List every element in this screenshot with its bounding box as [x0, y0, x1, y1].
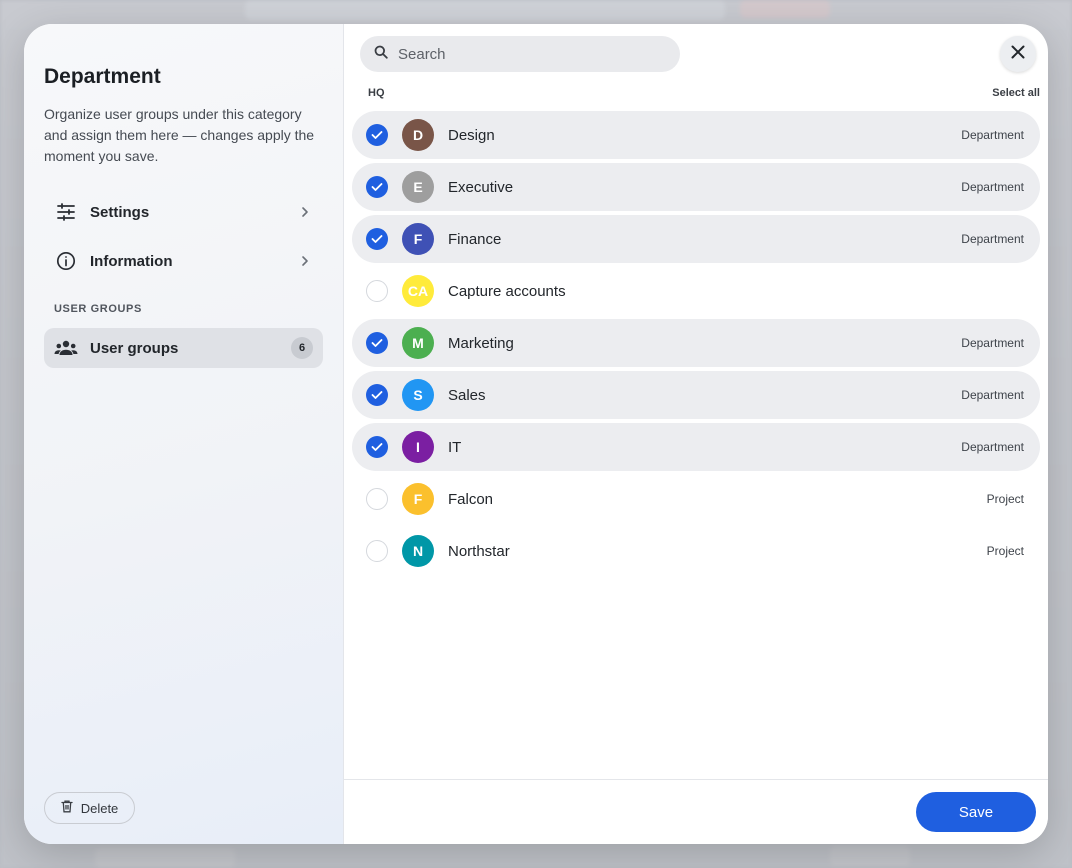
list-item[interactable]: CA Capture accounts [352, 267, 1040, 315]
checkbox-checked[interactable] [366, 384, 388, 406]
list-item-type: Department [961, 388, 1024, 402]
list-item-type: Department [961, 180, 1024, 194]
list-item-name: Marketing [448, 334, 514, 352]
list-item-type: Project [986, 544, 1024, 558]
close-icon [1010, 44, 1026, 65]
select-all-link[interactable]: Select all [992, 87, 1040, 99]
checkmark-icon [371, 131, 383, 139]
checkbox-unchecked[interactable] [366, 488, 388, 510]
list-item[interactable]: N Northstar Project [352, 527, 1040, 575]
list-item[interactable]: M Marketing Department [352, 319, 1040, 367]
nav-item-information[interactable]: Information [44, 241, 323, 281]
dialog-title: Department [44, 65, 161, 88]
close-button[interactable] [1000, 36, 1036, 72]
chevron-right-icon [297, 204, 313, 220]
avatar: E [402, 171, 434, 203]
nav-item-label: Information [90, 252, 173, 270]
list-item[interactable]: F Falcon Project [352, 475, 1040, 523]
avatar: F [402, 223, 434, 255]
people-icon [54, 336, 78, 360]
nav-item-settings[interactable]: Settings [44, 192, 323, 232]
checkbox-checked[interactable] [366, 124, 388, 146]
count-badge: 6 [291, 337, 313, 359]
user-group-list: D Design Department E Executive Department F Fi… [352, 111, 1040, 579]
search-icon [374, 45, 388, 64]
dialog-sidebar: Department Organize user groups under th… [24, 24, 344, 844]
nav-item-user-groups[interactable]: User groups 6 [44, 328, 323, 368]
search-input[interactable] [398, 45, 658, 63]
checkmark-icon [371, 443, 383, 451]
avatar: N [402, 535, 434, 567]
avatar: D [402, 119, 434, 151]
delete-button[interactable]: Delete [44, 792, 135, 824]
checkmark-icon [371, 339, 383, 347]
dialog-footer: Save [344, 779, 1048, 844]
checkbox-unchecked[interactable] [366, 280, 388, 302]
group-picker: HQ Select all D Design Department E Executiv… [344, 24, 1048, 844]
checkbox-checked[interactable] [366, 176, 388, 198]
avatar: I [402, 431, 434, 463]
list-item-name: Capture accounts [448, 282, 566, 300]
list-header: HQ Select all [368, 87, 1040, 99]
list-item-name: Sales [448, 386, 486, 404]
backdrop-item [830, 846, 910, 866]
checkmark-icon [371, 235, 383, 243]
list-item-name: Executive [448, 178, 514, 196]
nav-item-label: Settings [90, 203, 150, 221]
list-item-name: Falcon [448, 490, 494, 508]
list-item-type: Department [961, 232, 1024, 246]
list-item-type: Project [986, 492, 1024, 506]
list-item-type: Department [961, 128, 1024, 142]
nav-item-label: User groups [90, 339, 179, 357]
list-item-name: Finance [448, 230, 502, 248]
search-field[interactable] [360, 36, 680, 72]
list-item[interactable]: S Sales Department [352, 371, 1040, 419]
trash-icon [61, 800, 73, 816]
list-item-type: Department [961, 440, 1024, 454]
checkbox-checked[interactable] [366, 228, 388, 250]
checkmark-icon [371, 391, 383, 399]
list-item[interactable]: E Executive Department [352, 163, 1040, 211]
list-item-name: IT [448, 438, 462, 456]
chevron-right-icon [297, 253, 313, 269]
group-label: HQ [368, 87, 385, 99]
avatar: F [402, 483, 434, 515]
sliders-icon [54, 200, 78, 224]
list-item-type: Department [961, 336, 1024, 350]
info-icon [54, 249, 78, 273]
checkbox-unchecked[interactable] [366, 540, 388, 562]
list-item[interactable]: F Finance Department [352, 215, 1040, 263]
save-button[interactable]: Save [916, 792, 1036, 832]
avatar: M [402, 327, 434, 359]
backdrop-search-bar [245, 0, 725, 20]
checkmark-icon [371, 183, 383, 191]
backdrop-button [740, 0, 830, 18]
section-label-user-groups: USER GROUPS [54, 303, 142, 315]
list-item-name: Design [448, 126, 495, 144]
avatar: S [402, 379, 434, 411]
checkbox-checked[interactable] [366, 436, 388, 458]
list-item[interactable]: D Design Department [352, 111, 1040, 159]
avatar: CA [402, 275, 434, 307]
backdrop-item [95, 848, 235, 868]
checkbox-checked[interactable] [366, 332, 388, 354]
list-item[interactable]: I IT Department [352, 423, 1040, 471]
list-item-name: Northstar [448, 542, 510, 560]
edit-category-dialog: Department Organize user groups under th… [24, 24, 1048, 844]
delete-button-label: Delete [80, 800, 119, 816]
dialog-description: Organize user groups under this category… [44, 106, 315, 164]
